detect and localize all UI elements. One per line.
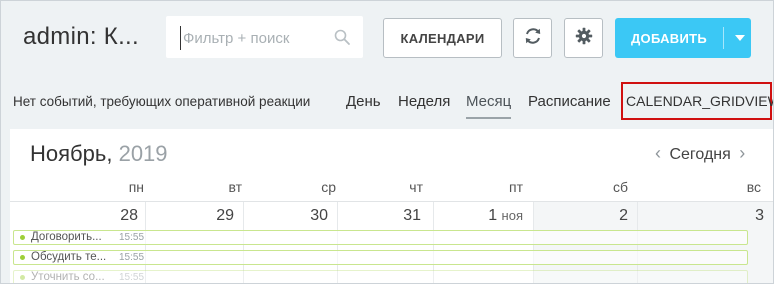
month-name: Ноябрь, <box>30 141 113 166</box>
event-time: 15:55 <box>119 272 145 283</box>
sync-icon <box>523 26 543 51</box>
search-box[interactable] <box>166 16 363 58</box>
date-navigation: ‹ Сегодня › <box>655 143 745 164</box>
search-input[interactable] <box>180 26 335 50</box>
counter-notice: Нет событий, требующих оперативной реакц… <box>13 94 311 109</box>
tab-calendar-gridview[interactable]: CALENDAR_GRIDVIEW <box>626 93 773 109</box>
month-grid: 28 29 30 31 1 ноя 2 3 Договорить... 15:5… <box>10 201 773 283</box>
weekday-label: пт <box>509 179 523 195</box>
add-button[interactable]: ДОБАВИТЬ <box>615 18 751 58</box>
event-item[interactable]: Уточнить со... 15:55 <box>13 270 748 283</box>
calendars-button[interactable]: КАЛЕНДАРИ <box>383 18 502 58</box>
sync-button[interactable] <box>513 18 552 58</box>
event-title: Обсудить те... <box>31 251 107 263</box>
event-title: Договорить... <box>31 231 102 243</box>
weekday-label: вт <box>228 179 242 195</box>
tab-day[interactable]: День <box>346 93 381 110</box>
gear-icon <box>575 27 593 50</box>
event-item[interactable]: Обсудить те... 15:55 <box>13 250 748 265</box>
day-cell[interactable]: 29 <box>174 207 234 225</box>
year-label: 2019 <box>118 141 168 166</box>
event-dot <box>20 235 25 240</box>
month-title: Ноябрь, 2019 <box>30 141 168 167</box>
search-icon[interactable] <box>333 28 351 46</box>
day-cell[interactable]: 31 <box>361 207 421 225</box>
weekday-label: ср <box>321 179 336 195</box>
day-number: 28 <box>120 207 138 224</box>
active-tab-underline <box>466 117 511 119</box>
weekday-label: сб <box>612 179 628 195</box>
day-number: 31 <box>403 207 421 224</box>
chevron-left-icon[interactable]: ‹ <box>655 143 661 163</box>
day-cell[interactable]: 1 ноя <box>463 207 523 225</box>
day-cell[interactable]: 3 <box>704 207 764 225</box>
day-month: ноя <box>501 208 523 223</box>
day-number: 30 <box>310 207 328 224</box>
event-item[interactable]: Договорить... 15:55 <box>13 230 748 245</box>
page-title: admin: К... <box>23 23 139 50</box>
event-title: Уточнить со... <box>31 271 105 283</box>
day-number: 2 <box>619 207 628 224</box>
day-number: 29 <box>216 207 234 224</box>
tab-week[interactable]: Неделя <box>398 93 450 110</box>
settings-button[interactable] <box>564 18 603 58</box>
calendar-window: admin: К... КАЛЕНДАРИ <box>0 0 774 284</box>
add-button-divider <box>723 27 724 49</box>
weekday-label: пн <box>128 179 144 195</box>
header: admin: К... КАЛЕНДАРИ <box>1 1 773 75</box>
add-button-label: ДОБАВИТЬ <box>630 30 708 46</box>
chevron-down-icon[interactable] <box>728 18 751 58</box>
weekday-header: пн вт ср чт пт сб вс <box>10 176 773 198</box>
today-button[interactable]: Сегодня <box>669 146 730 163</box>
day-number: 3 <box>755 207 764 224</box>
event-dot <box>20 255 25 260</box>
weekday-label: вс <box>746 179 761 195</box>
tab-schedule[interactable]: Расписание <box>528 93 611 110</box>
event-time: 15:55 <box>119 232 145 243</box>
day-cell[interactable]: 30 <box>268 207 328 225</box>
weekday-label: чт <box>409 179 423 195</box>
calendar-panel: Ноябрь, 2019 ‹ Сегодня › пн вт ср чт пт … <box>10 129 773 283</box>
event-time: 15:55 <box>119 252 145 263</box>
day-cell[interactable]: 28 <box>78 207 138 225</box>
day-number: 1 <box>488 207 498 224</box>
view-switcher-bar: Нет событий, требующих оперативной реакц… <box>1 79 773 127</box>
event-dot <box>20 275 25 280</box>
chevron-right-icon[interactable]: › <box>739 143 745 163</box>
day-cell[interactable]: 2 <box>568 207 628 225</box>
tab-month[interactable]: Месяц <box>466 93 511 110</box>
